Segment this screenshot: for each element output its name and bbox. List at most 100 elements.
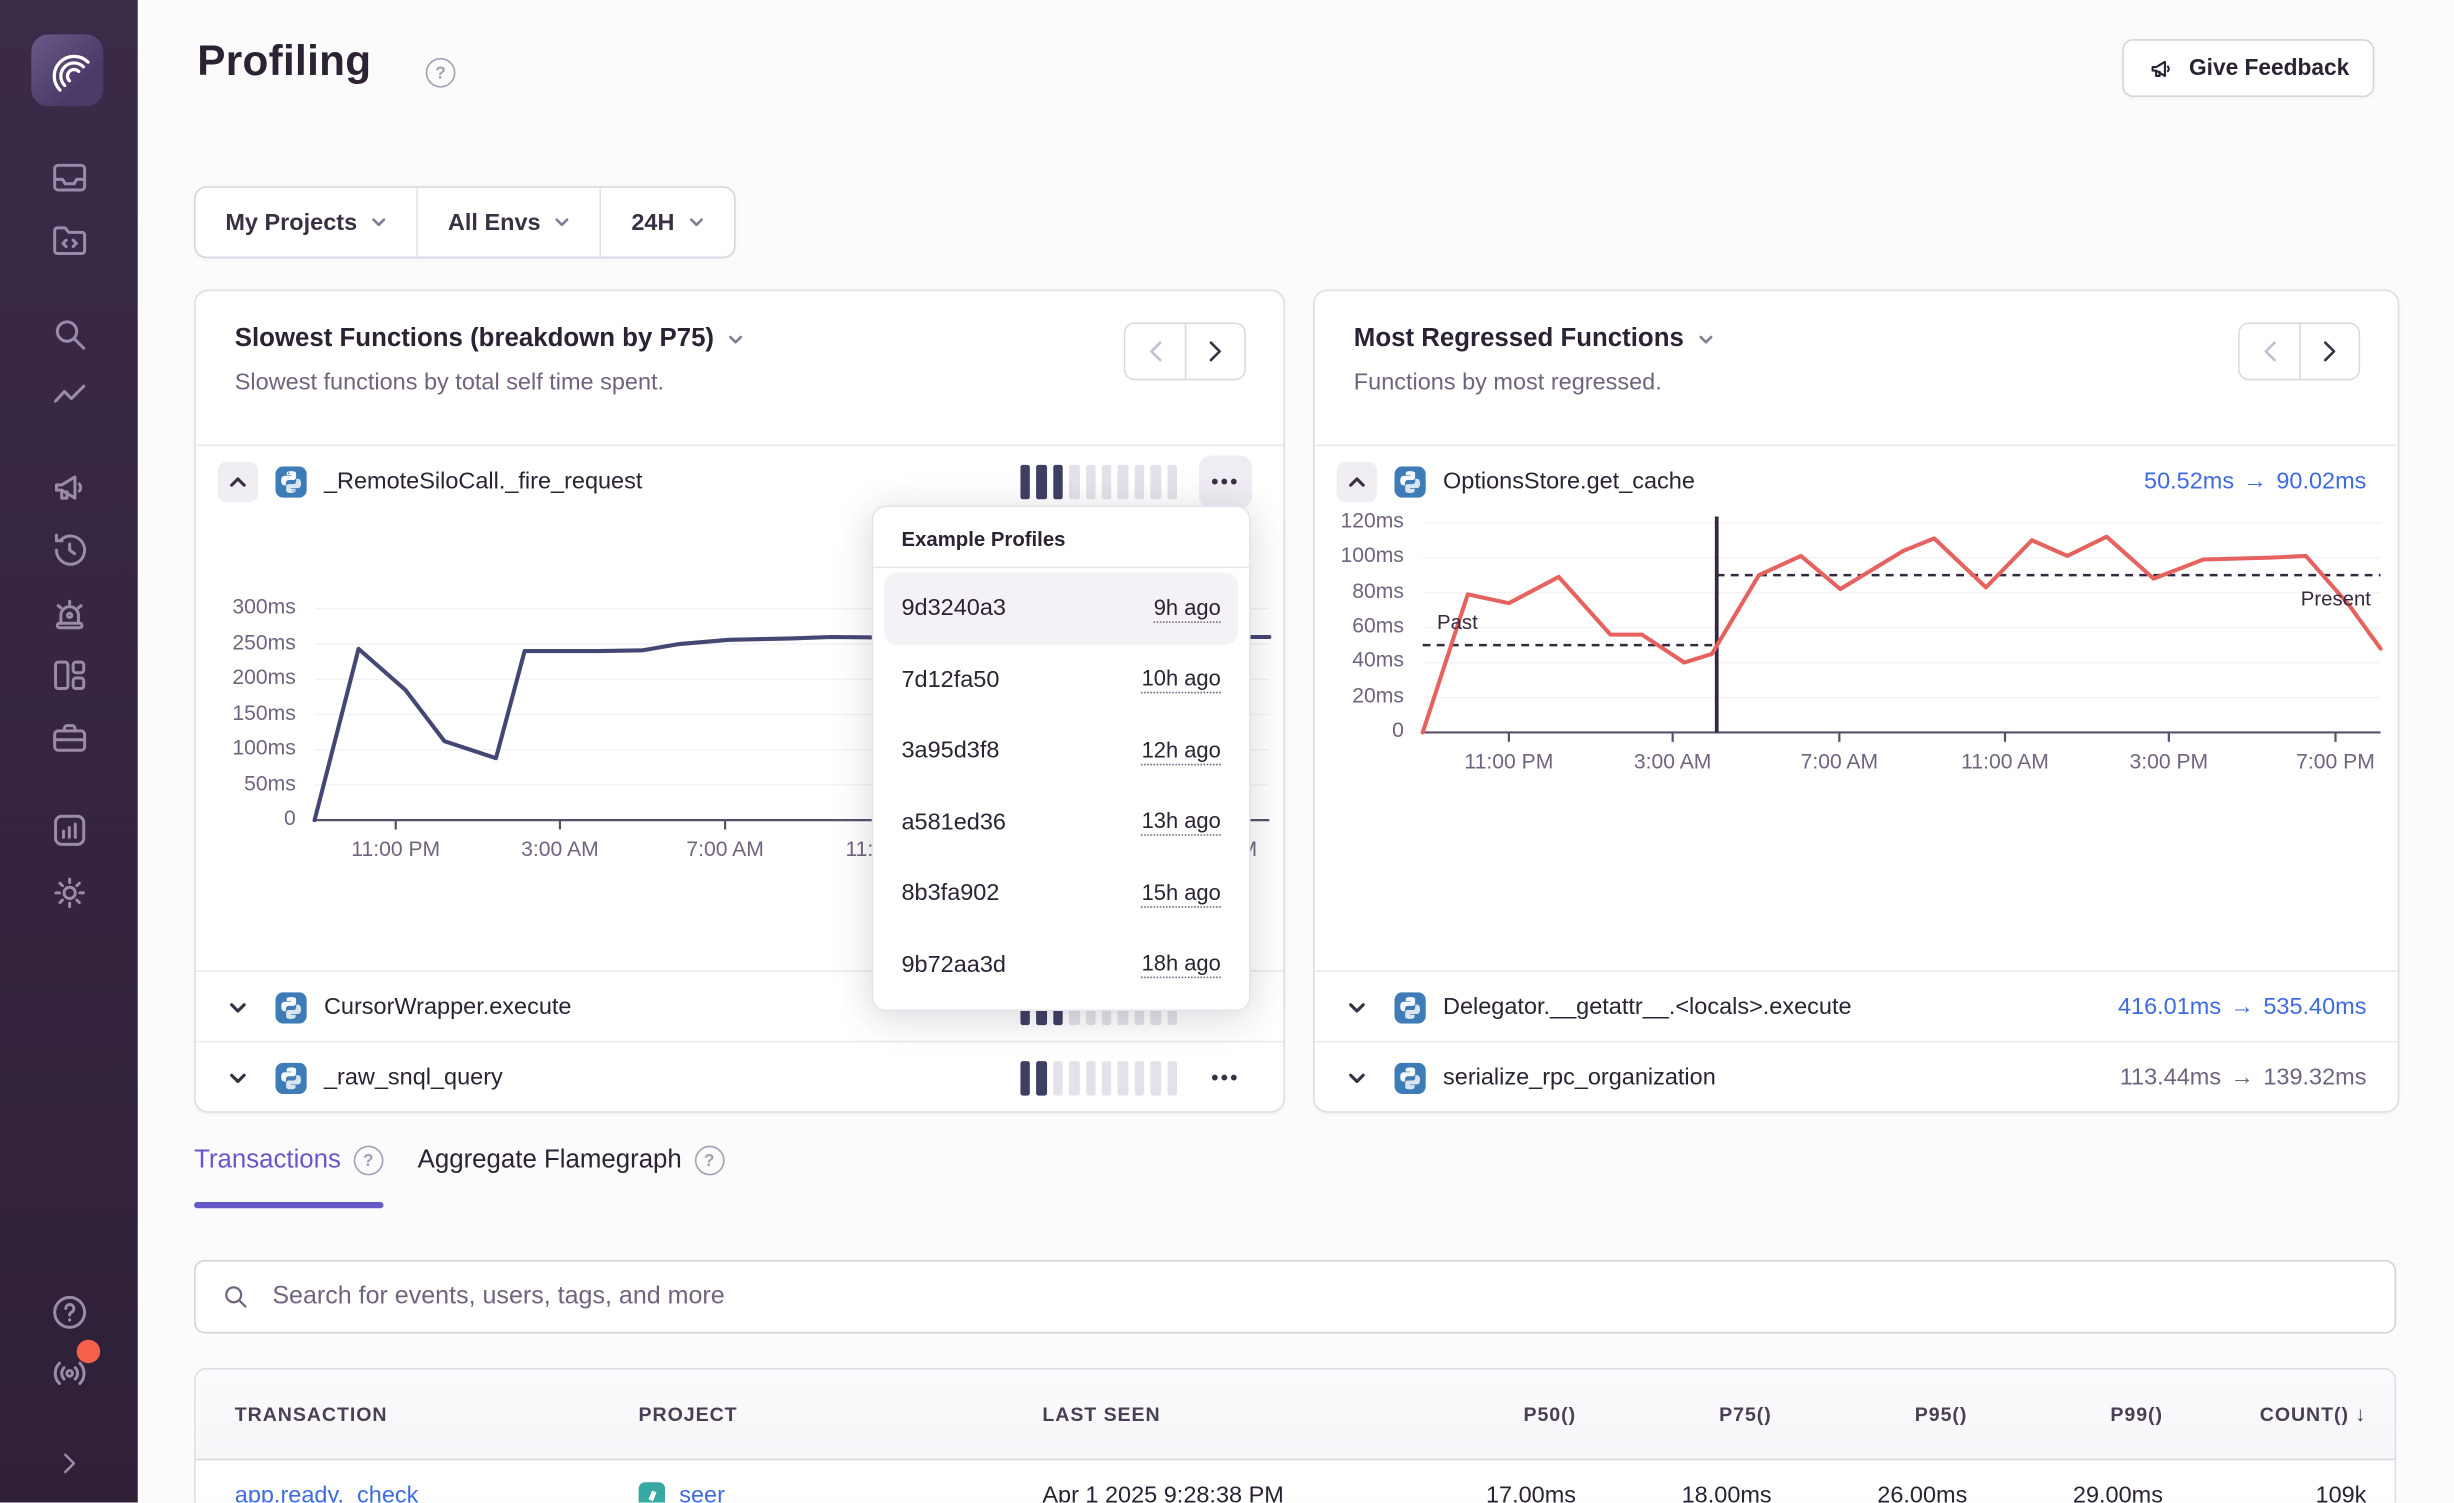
most-regressed-title-select[interactable]: Most Regressed Functions bbox=[1354, 324, 2360, 354]
regressed-function-row[interactable]: serialize_rpc_organization 113.44ms→139.… bbox=[1315, 1041, 2398, 1113]
profile-time-link[interactable]: 13h ago bbox=[1142, 808, 1221, 836]
function-name: _RemoteSiloCall._fire_request bbox=[324, 468, 642, 495]
date-range-filter[interactable]: 24H bbox=[600, 188, 734, 257]
col-p75[interactable]: P75() bbox=[1576, 1403, 1772, 1425]
expand-row-button[interactable] bbox=[218, 1057, 259, 1098]
sidebar-item-settings[interactable] bbox=[0, 872, 138, 914]
chevron-down-icon bbox=[555, 214, 571, 230]
col-p99[interactable]: P99() bbox=[1967, 1403, 2163, 1425]
arrow-right-icon: → bbox=[2234, 468, 2276, 495]
seer-project-icon bbox=[639, 1482, 666, 1502]
slowest-functions-title-select[interactable]: Slowest Functions (breakdown by P75) bbox=[235, 324, 1246, 354]
sidebar-item-issues[interactable] bbox=[0, 157, 138, 199]
most-regressed-title: Most Regressed Functions bbox=[1354, 324, 1684, 354]
profile-item[interactable]: 8b3fa902 15h ago bbox=[884, 858, 1238, 929]
after-duration-link[interactable]: 90.02ms bbox=[2276, 468, 2366, 495]
profile-time-link[interactable]: 12h ago bbox=[1142, 737, 1221, 765]
function-name: Delegator.__getattr__.<locals>.execute bbox=[1443, 994, 1852, 1021]
prev-page-button[interactable] bbox=[1125, 324, 1184, 379]
prev-page-button[interactable] bbox=[2240, 324, 2299, 379]
sidebar-item-whats-new[interactable] bbox=[0, 1352, 138, 1394]
col-last-seen[interactable]: LAST SEEN bbox=[1042, 1403, 1380, 1425]
next-page-button[interactable] bbox=[1185, 324, 1244, 379]
table-row: app.ready._check seer Apr 1 2025 9:28:38… bbox=[196, 1460, 2395, 1502]
profile-time-link[interactable]: 15h ago bbox=[1142, 879, 1221, 907]
profile-item[interactable]: 3a95d3f8 12h ago bbox=[884, 715, 1238, 786]
profile-item[interactable]: a581ed36 13h ago bbox=[884, 786, 1238, 857]
profile-time-link[interactable]: 18h ago bbox=[1142, 950, 1221, 978]
profile-item[interactable]: 7d12fa50 10h ago bbox=[884, 644, 1238, 715]
regression-values: 113.44ms→139.32ms bbox=[2120, 1064, 2367, 1091]
environment-filter[interactable]: All Envs bbox=[417, 188, 600, 257]
chevron-down-icon bbox=[689, 214, 705, 230]
python-icon bbox=[1395, 1062, 1426, 1093]
chevron-down-icon bbox=[1698, 331, 1714, 347]
help-icon[interactable]: ? bbox=[694, 1146, 724, 1176]
chevron-down-icon bbox=[1348, 998, 1367, 1017]
sidebar-item-feedback[interactable] bbox=[0, 466, 138, 508]
profile-item[interactable]: 9d3240a3 9h ago bbox=[884, 573, 1238, 644]
give-feedback-button[interactable]: Give Feedback bbox=[2122, 39, 2375, 97]
chevron-down-icon bbox=[229, 998, 248, 1017]
sidebar-collapse-toggle[interactable] bbox=[0, 1446, 138, 1480]
more-options-button[interactable]: ••• bbox=[1199, 1051, 1252, 1104]
p95-value: 26.00ms bbox=[1772, 1482, 1968, 1502]
after-duration-link[interactable]: 535.40ms bbox=[2263, 994, 2366, 1021]
sidebar-item-projects[interactable] bbox=[0, 219, 138, 261]
megaphone-icon bbox=[2147, 54, 2175, 82]
expand-row-button[interactable] bbox=[218, 987, 259, 1028]
expand-row-button[interactable] bbox=[1337, 987, 1378, 1028]
python-icon bbox=[275, 991, 306, 1022]
regressed-function-row[interactable]: OptionsStore.get_cache 50.52ms→90.02ms bbox=[1315, 444, 2398, 516]
sidebar-item-help[interactable] bbox=[0, 1291, 138, 1333]
col-transaction[interactable]: TRANSACTION bbox=[235, 1403, 639, 1425]
regressed-function-row[interactable]: Delegator.__getattr__.<locals>.execute 4… bbox=[1315, 970, 2398, 1042]
expand-row-button[interactable] bbox=[1337, 1057, 1378, 1098]
profiling-page: Profiling ? Give Feedback My Projects Al… bbox=[0, 0, 2454, 1502]
after-duration: 139.32ms bbox=[2263, 1064, 2366, 1091]
tab-aggregate-flamegraph[interactable]: Aggregate Flamegraph ? bbox=[418, 1146, 724, 1209]
sidebar-item-insights[interactable] bbox=[0, 376, 138, 418]
before-duration-link[interactable]: 50.52ms bbox=[2144, 468, 2234, 495]
col-project[interactable]: PROJECT bbox=[639, 1403, 1043, 1425]
collapse-row-button[interactable] bbox=[218, 461, 259, 502]
profile-item[interactable]: 9b72aa3d 18h ago bbox=[884, 929, 1238, 1000]
sidebar-item-alerts[interactable] bbox=[0, 592, 138, 634]
next-page-button[interactable] bbox=[2299, 324, 2358, 379]
function-row[interactable]: _raw_snql_query ••• bbox=[196, 1041, 1284, 1113]
profile-time-link[interactable]: 9h ago bbox=[1154, 594, 1221, 622]
help-icon bbox=[48, 1291, 90, 1333]
sidebar-item-releases[interactable] bbox=[0, 717, 138, 759]
before-duration-link[interactable]: 416.01ms bbox=[2118, 994, 2221, 1021]
sidebar bbox=[0, 0, 138, 1502]
sidebar-item-replays[interactable] bbox=[0, 529, 138, 571]
project-filter[interactable]: My Projects bbox=[196, 188, 417, 257]
profile-id: a581ed36 bbox=[901, 809, 1005, 836]
col-p95[interactable]: P95() bbox=[1772, 1403, 1968, 1425]
col-p50[interactable]: P50() bbox=[1380, 1403, 1576, 1425]
profile-id: 8b3fa902 bbox=[901, 880, 999, 907]
page-help-icon[interactable]: ? bbox=[426, 58, 456, 88]
search-input[interactable] bbox=[269, 1281, 2369, 1312]
chevron-down-icon bbox=[728, 331, 744, 347]
example-profiles-dropdown: Example Profiles 9d3240a3 9h ago 7d12fa5… bbox=[872, 506, 1251, 1012]
sidebar-item-explore[interactable] bbox=[0, 313, 138, 355]
table-header: TRANSACTION PROJECT LAST SEEN P50() P75(… bbox=[196, 1369, 2395, 1460]
page-filter-bar: My Projects All Envs 24H bbox=[194, 186, 735, 258]
profile-time-link[interactable]: 10h ago bbox=[1142, 666, 1221, 694]
help-icon[interactable]: ? bbox=[353, 1146, 383, 1176]
profile-id: 3a95d3f8 bbox=[901, 738, 999, 765]
sidebar-item-dashboards[interactable] bbox=[0, 654, 138, 696]
transaction-link[interactable]: app.ready._check bbox=[235, 1482, 419, 1502]
sidebar-item-stats[interactable] bbox=[0, 809, 138, 851]
dropdown-list: 9d3240a3 9h ago 7d12fa50 10h ago 3a95d3f… bbox=[873, 568, 1249, 1000]
date-range-filter-label: 24H bbox=[631, 209, 674, 236]
collapse-row-button[interactable] bbox=[1337, 461, 1378, 502]
sentry-logo[interactable] bbox=[31, 34, 103, 106]
more-options-button[interactable]: ••• bbox=[1199, 455, 1252, 508]
project-link[interactable]: seer bbox=[679, 1482, 725, 1502]
project-filter-label: My Projects bbox=[225, 209, 357, 236]
regressed-pager bbox=[2238, 322, 2360, 380]
col-count[interactable]: COUNT() ↓ bbox=[2163, 1402, 2366, 1425]
tab-transactions[interactable]: Transactions ? bbox=[194, 1146, 383, 1209]
